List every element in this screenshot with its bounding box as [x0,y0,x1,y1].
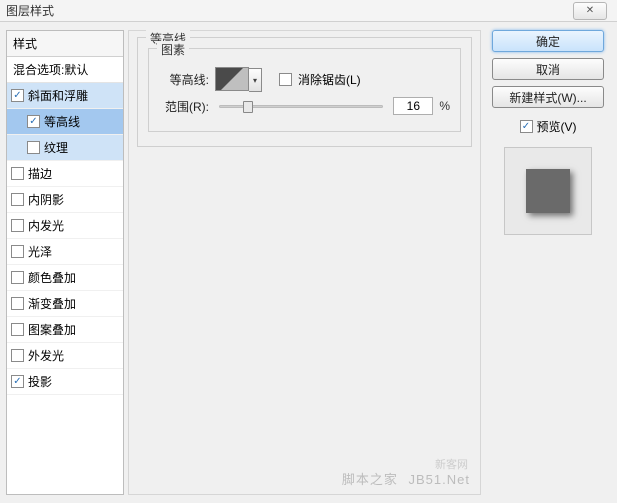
contour-group: 等高线 图素 等高线: ▾ 消除锯齿(L) 范围(R): [137,37,472,147]
preview-label: 预览(V) [537,118,577,135]
preview-toggle-row: 预览(V) [520,118,577,135]
antialias-checkbox[interactable] [279,73,292,86]
cancel-button[interactable]: 取消 [492,58,604,80]
watermark-text-1: 新客网 [435,456,468,472]
checkbox-bevel[interactable] [11,89,24,102]
antialias-label: 消除锯齿(L) [298,71,361,88]
new-style-button[interactable]: 新建样式(W)... [492,86,604,108]
checkbox-stroke[interactable] [11,167,24,180]
dialog-body: 样式 混合选项:默认 斜面和浮雕 等高线 纹理 描边 内阴影 内发光 光泽 [0,22,617,503]
contour-label: 等高线: [159,71,209,88]
style-item-color-overlay[interactable]: 颜色叠加 [7,265,123,291]
checkbox-pattern-overlay[interactable] [11,323,24,336]
style-item-gradient-overlay[interactable]: 渐变叠加 [7,291,123,317]
styles-panel: 样式 混合选项:默认 斜面和浮雕 等高线 纹理 描边 内阴影 内发光 光泽 [6,30,124,495]
style-item-inner-glow[interactable]: 内发光 [7,213,123,239]
ok-button[interactable]: 确定 [492,30,604,52]
checkbox-drop-shadow[interactable] [11,375,24,388]
style-item-contour[interactable]: 等高线 [7,109,123,135]
range-input[interactable] [393,97,433,115]
style-item-drop-shadow[interactable]: 投影 [7,369,123,395]
range-label: 范围(R): [159,98,209,115]
preview-checkbox[interactable] [520,120,533,133]
blending-options-item[interactable]: 混合选项:默认 [7,57,123,83]
style-label: 颜色叠加 [28,269,76,286]
chevron-down-icon[interactable]: ▾ [249,68,262,92]
contour-row: 等高线: ▾ 消除锯齿(L) [159,67,450,91]
checkbox-inner-shadow[interactable] [11,193,24,206]
style-item-inner-shadow[interactable]: 内阴影 [7,187,123,213]
checkbox-outer-glow[interactable] [11,349,24,362]
style-label: 斜面和浮雕 [28,87,88,104]
style-label: 描边 [28,165,52,182]
style-label: 外发光 [28,347,64,364]
close-icon: ✕ [586,5,594,16]
preview-thumbnail [504,147,592,235]
contour-picker[interactable]: ▾ [215,67,249,91]
style-label: 等高线 [44,113,80,130]
main-panel: 等高线 图素 等高线: ▾ 消除锯齿(L) 范围(R): [128,30,481,495]
checkbox-satin[interactable] [11,245,24,258]
style-label: 纹理 [44,139,68,156]
range-unit: % [439,99,450,113]
elements-group: 图素 等高线: ▾ 消除锯齿(L) 范围(R): % [148,48,461,132]
styles-header[interactable]: 样式 [7,31,123,57]
style-label: 投影 [28,373,52,390]
preview-swatch-icon [526,169,570,213]
checkbox-contour[interactable] [27,115,40,128]
titlebar: 图层样式 ✕ [0,0,617,22]
checkbox-inner-glow[interactable] [11,219,24,232]
style-item-stroke[interactable]: 描边 [7,161,123,187]
style-label: 光泽 [28,243,52,260]
style-item-outer-glow[interactable]: 外发光 [7,343,123,369]
range-row: 范围(R): % [159,97,450,115]
checkbox-texture[interactable] [27,141,40,154]
right-column: 确定 取消 新建样式(W)... 预览(V) [485,30,611,495]
style-item-satin[interactable]: 光泽 [7,239,123,265]
elements-group-label: 图素 [157,41,189,58]
checkbox-color-overlay[interactable] [11,271,24,284]
window-title: 图层样式 [6,2,573,19]
style-item-texture[interactable]: 纹理 [7,135,123,161]
watermark-text-2: 脚本之家 JB51.Net [342,469,470,488]
range-slider[interactable] [219,105,383,108]
style-label: 渐变叠加 [28,295,76,312]
slider-thumb-icon[interactable] [243,101,253,113]
style-item-pattern-overlay[interactable]: 图案叠加 [7,317,123,343]
style-item-bevel[interactable]: 斜面和浮雕 [7,83,123,109]
window-close-button[interactable]: ✕ [573,2,607,20]
style-label: 内阴影 [28,191,64,208]
style-label: 内发光 [28,217,64,234]
checkbox-gradient-overlay[interactable] [11,297,24,310]
style-label: 图案叠加 [28,321,76,338]
